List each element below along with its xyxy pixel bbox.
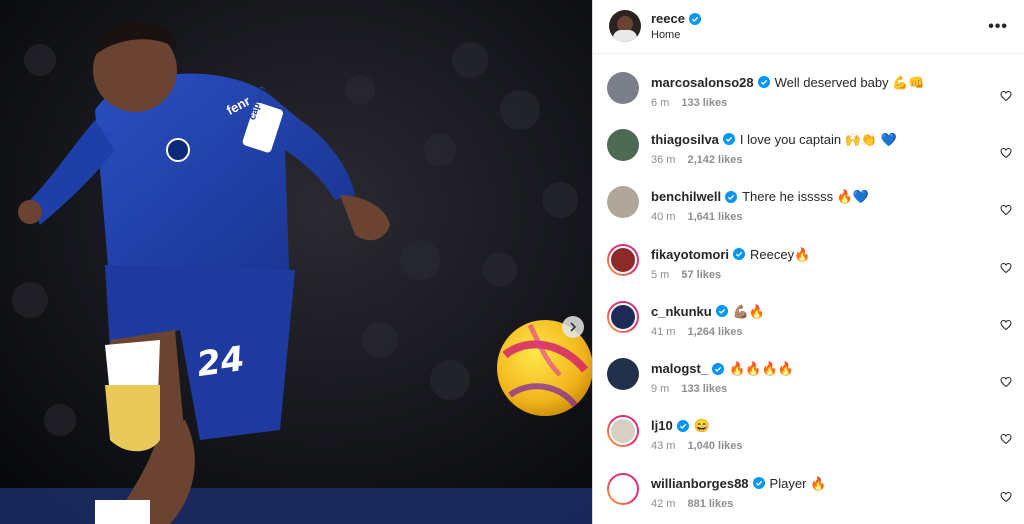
- comment-username[interactable]: marcosalonso28: [651, 74, 754, 91]
- comment-text: 💪🏽🔥: [732, 303, 766, 319]
- heart-outline-icon[interactable]: [1000, 147, 1012, 159]
- verified-badge-icon: [752, 477, 765, 490]
- player-photo: [0, 0, 592, 524]
- comment-likes[interactable]: 57 likes: [681, 269, 721, 281]
- comment-username[interactable]: malogst_: [651, 360, 708, 377]
- comment-text: 🔥🔥🔥🔥: [729, 361, 794, 377]
- comment-row: c_nkunku 💪🏽🔥 41 m 1,264 likes: [593, 295, 1024, 352]
- comment-likes[interactable]: 1,264 likes: [687, 326, 742, 338]
- comment-likes[interactable]: 881 likes: [687, 498, 733, 510]
- heart-outline-icon[interactable]: [1000, 262, 1012, 274]
- comment-time: 9 m: [651, 383, 670, 396]
- commenter-avatar[interactable]: [607, 128, 639, 161]
- post-header: reece Home •••: [593, 0, 1024, 54]
- verified-badge-icon: [722, 133, 735, 146]
- comments-list: marcosalonso28 Well deserved baby 💪👊 6 m 13…: [593, 54, 1024, 524]
- comment-time: 6 m: [651, 96, 670, 109]
- heart-outline-icon[interactable]: [1000, 491, 1012, 503]
- commenter-avatar[interactable]: [607, 415, 639, 448]
- comment-row: malogst_ 🔥🔥🔥🔥 9 m 133 likes: [593, 352, 1024, 409]
- commenter-avatar[interactable]: [607, 243, 639, 276]
- comment-time: 42 m: [651, 497, 676, 510]
- comments-panel: reece Home ••• marcosalonso28 Well deserv…: [592, 0, 1024, 524]
- verified-badge-icon: [733, 248, 746, 261]
- comment-time: 5 m: [651, 268, 670, 281]
- comment-username[interactable]: fikayotomori: [651, 246, 729, 263]
- comment-likes[interactable]: 1,641 likes: [687, 211, 742, 223]
- heart-outline-icon[interactable]: [1000, 90, 1012, 102]
- verified-badge-icon: [688, 12, 701, 25]
- commenter-avatar[interactable]: [607, 186, 639, 219]
- comment-username[interactable]: benchilwell: [651, 188, 721, 205]
- comment-row: marcosalonso28 Well deserved baby 💪👊 6 m 13…: [593, 66, 1024, 123]
- commenter-avatar[interactable]: [607, 472, 639, 505]
- comment-likes[interactable]: 133 likes: [681, 97, 727, 109]
- comment-row: fikayotomori Reecey🔥 5 m 57 likes: [593, 238, 1024, 295]
- comment-time: 41 m: [651, 325, 676, 338]
- verified-badge-icon: [715, 305, 728, 318]
- comment-row: lj10 😄 43 m 1,040 likes: [593, 409, 1024, 466]
- comment-text: Reecey🔥: [750, 246, 811, 262]
- comment-username[interactable]: thiagosilva: [651, 131, 719, 148]
- post-location[interactable]: Home: [651, 29, 701, 41]
- comment-row: thiagosilva I love you captain 🙌👏 💙 36 m 2,…: [593, 123, 1024, 180]
- comment-username[interactable]: c_nkunku: [651, 303, 712, 320]
- comment-text: There he isssss 🔥💙: [742, 189, 870, 205]
- comment-time: 36 m: [651, 153, 676, 166]
- heart-outline-icon[interactable]: [1000, 376, 1012, 388]
- comment-text: Player 🔥: [769, 475, 827, 491]
- commenter-avatar[interactable]: [607, 300, 639, 333]
- commenter-avatar[interactable]: [607, 71, 639, 104]
- post-image: 24 fenr captain: [0, 0, 592, 524]
- comment-likes[interactable]: 1,040 likes: [687, 440, 742, 452]
- comment-likes[interactable]: 133 likes: [681, 383, 727, 395]
- verified-badge-icon: [757, 76, 770, 89]
- comment-text: I love you captain 🙌👏 💙: [739, 131, 897, 147]
- post-viewer: 24 fenr captain reece Home ••• marcosalo…: [0, 0, 1024, 524]
- comment-text: 😄: [693, 418, 710, 434]
- heart-outline-icon[interactable]: [1000, 204, 1012, 216]
- verified-badge-icon: [712, 362, 725, 375]
- comment-row: willianborges88 Player 🔥 42 m 881 likes: [593, 467, 1024, 524]
- next-image-button[interactable]: [562, 316, 584, 338]
- comment-text: Well deserved baby 💪👊: [774, 74, 925, 90]
- comment-row: benchilwell There he isssss 🔥💙 40 m 1,641 l…: [593, 180, 1024, 237]
- author-avatar[interactable]: [609, 10, 641, 43]
- verified-badge-icon: [725, 190, 738, 203]
- comment-time: 40 m: [651, 211, 676, 224]
- jersey-number: 24: [194, 338, 247, 386]
- comment-likes[interactable]: 2,142 likes: [687, 154, 742, 166]
- verified-badge-icon: [676, 419, 689, 432]
- heart-outline-icon[interactable]: [1000, 433, 1012, 445]
- comment-time: 43 m: [651, 440, 676, 453]
- more-options-button[interactable]: •••: [988, 18, 1008, 36]
- chevron-right-icon: [570, 322, 577, 332]
- commenter-avatar[interactable]: [607, 358, 639, 391]
- author-username[interactable]: reece: [651, 11, 685, 26]
- comment-username[interactable]: willianborges88: [651, 475, 749, 492]
- comment-username[interactable]: lj10: [651, 417, 673, 434]
- heart-outline-icon[interactable]: [1000, 319, 1012, 331]
